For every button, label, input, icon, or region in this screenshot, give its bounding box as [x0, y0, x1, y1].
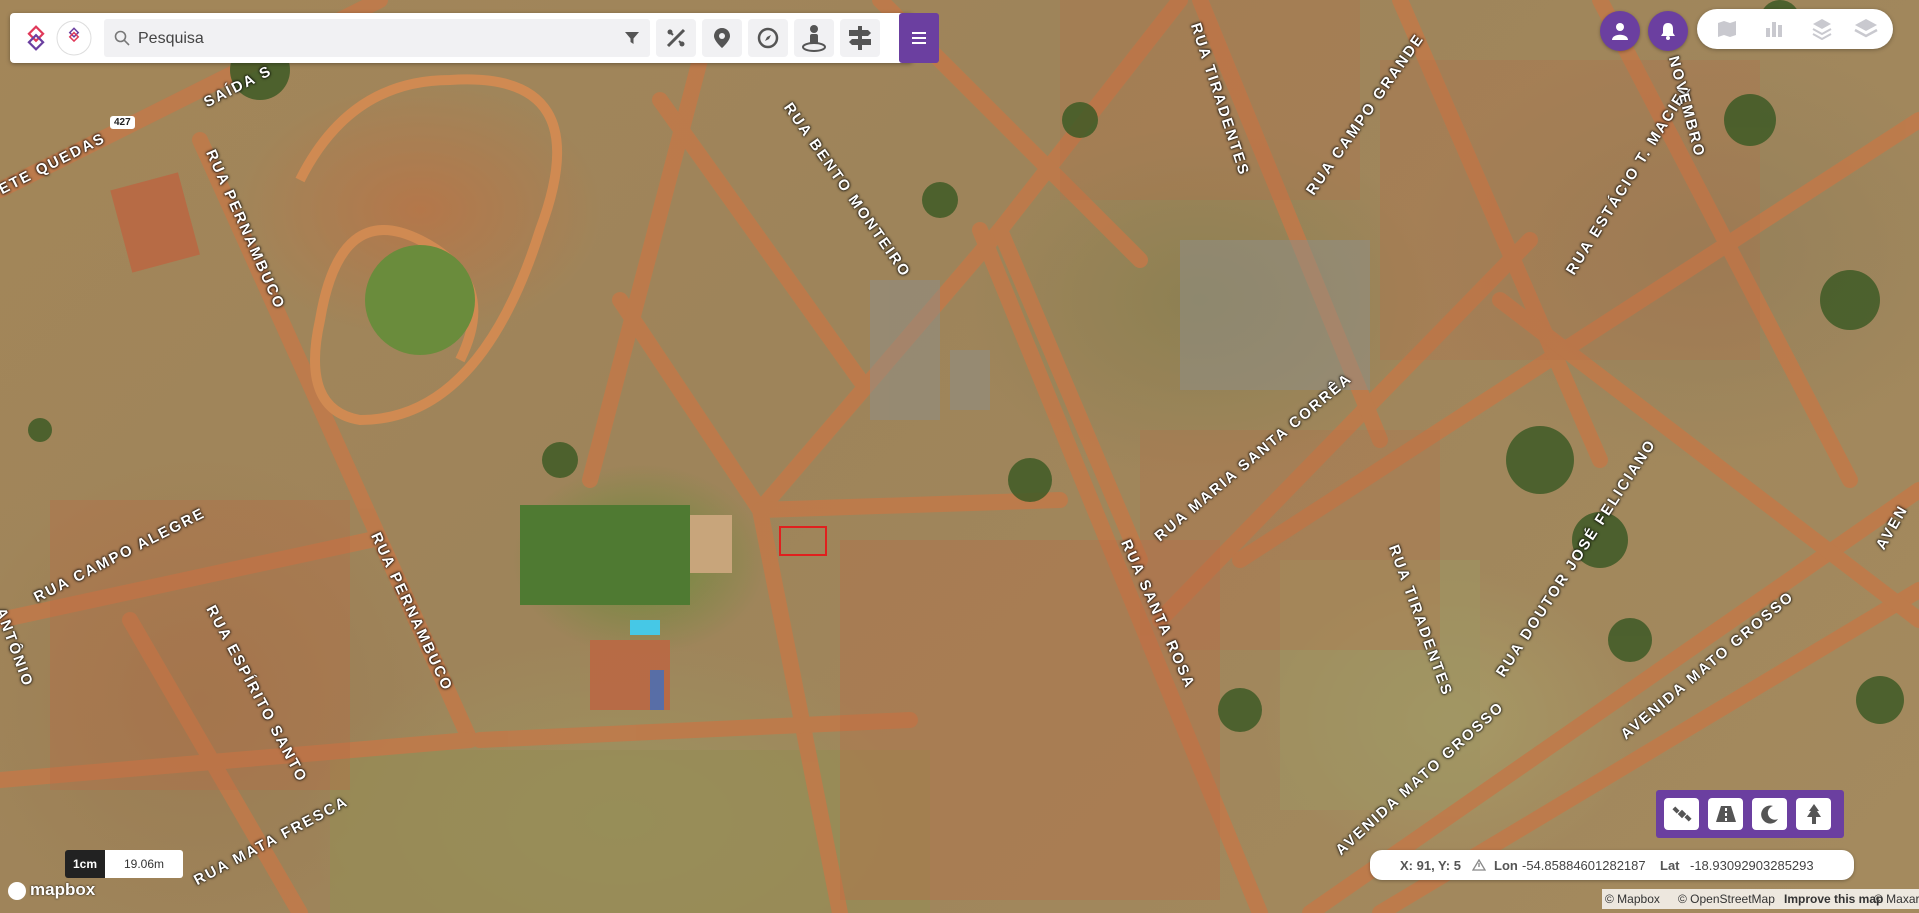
menu-button[interactable]: [899, 13, 939, 63]
notifications-button[interactable]: [1648, 11, 1688, 51]
user-button[interactable]: [1600, 11, 1640, 51]
map-style-palette: [1656, 790, 1844, 838]
selected-parcel[interactable]: [779, 526, 827, 556]
mapbox-logo[interactable]: mapbox: [8, 880, 98, 902]
hamburger-menu-icon: [912, 32, 926, 44]
signpost-icon: [849, 26, 871, 50]
user-icon: [1612, 23, 1628, 40]
filter-icon[interactable]: [624, 30, 640, 46]
street-view-button[interactable]: [794, 19, 834, 57]
lon-label-text: Lon: [1494, 858, 1518, 873]
3d-layers-icon: [1812, 19, 1832, 40]
cursor-xy: X: 91, Y: 5: [1400, 858, 1461, 873]
measure-icon: [666, 28, 686, 48]
stack-layers-icon: [1854, 19, 1878, 38]
vegetation-button[interactable]: [1796, 798, 1831, 830]
mapbox-logo-text: mapbox: [30, 880, 96, 899]
sand-court: [690, 515, 732, 573]
highway-shield: 427: [110, 116, 135, 129]
attribution-mapbox[interactable]: © Mapbox: [1605, 892, 1660, 906]
warning-icon: [1472, 859, 1486, 871]
attribution-osm[interactable]: © OpenStreetMap: [1678, 892, 1775, 906]
satellite-button[interactable]: [1664, 798, 1699, 830]
coordinate-readout: X: 91, Y: 5 Lon -54.85884601282187 Lat -…: [1370, 850, 1854, 880]
3d-layer-button[interactable]: [1807, 14, 1837, 44]
improve-map-link[interactable]: Improve this map: [1784, 892, 1883, 906]
measure-button[interactable]: [656, 19, 696, 57]
bell-icon: [1661, 23, 1675, 40]
lat-value: -18.93092903285293: [1690, 858, 1814, 873]
app-logo[interactable]: [18, 19, 96, 57]
mapbox-icon: [8, 882, 26, 900]
tree-icon: [1806, 804, 1821, 824]
compass-icon: [757, 27, 779, 49]
bar-chart-icon: [1766, 22, 1782, 37]
location-pin-icon: [714, 28, 730, 48]
night-mode-button[interactable]: [1752, 798, 1787, 830]
signpost-button[interactable]: [840, 19, 880, 57]
attribution-maxar[interactable]: © Maxar: [1874, 892, 1919, 906]
football-field: [520, 505, 690, 605]
location-button[interactable]: [702, 19, 742, 57]
search-icon: [114, 30, 130, 46]
satellite-icon: [1671, 806, 1692, 822]
compass-button[interactable]: [748, 19, 788, 57]
top-toolbar: [10, 13, 913, 63]
chart-layer-button[interactable]: [1759, 14, 1789, 44]
scale-unit: 1cm: [65, 850, 105, 878]
satellite-map[interactable]: RUA BENTO MONTEIRO RUA TIRADENTES RUA CA…: [0, 0, 1919, 913]
map-attribution: © Mapbox © OpenStreetMap Improve this ma…: [1602, 889, 1919, 909]
search-input[interactable]: [136, 19, 610, 59]
lat-label: Lat: [1660, 858, 1680, 873]
stack-layer-button[interactable]: [1851, 14, 1881, 44]
road-button[interactable]: [1708, 798, 1743, 830]
road-icon: [1715, 806, 1736, 822]
lon-value: -54.85884601282187: [1522, 858, 1646, 873]
lon-label: Lon: [1494, 858, 1518, 873]
scale-bar: 1cm 19.06m: [65, 850, 183, 878]
layer-switcher: [1697, 9, 1893, 49]
lat-label-text: Lat: [1660, 858, 1680, 873]
cursor-xy-value: X: 91, Y: 5: [1400, 858, 1461, 873]
moon-icon: [1760, 805, 1778, 824]
search-box: [104, 19, 650, 59]
map-layer-icon: [1718, 21, 1736, 37]
street-view-icon: [802, 25, 826, 52]
map-layer-button[interactable]: [1712, 14, 1742, 44]
scale-distance: 19.06m: [105, 850, 183, 878]
app-logo-icon: [27, 20, 92, 56]
